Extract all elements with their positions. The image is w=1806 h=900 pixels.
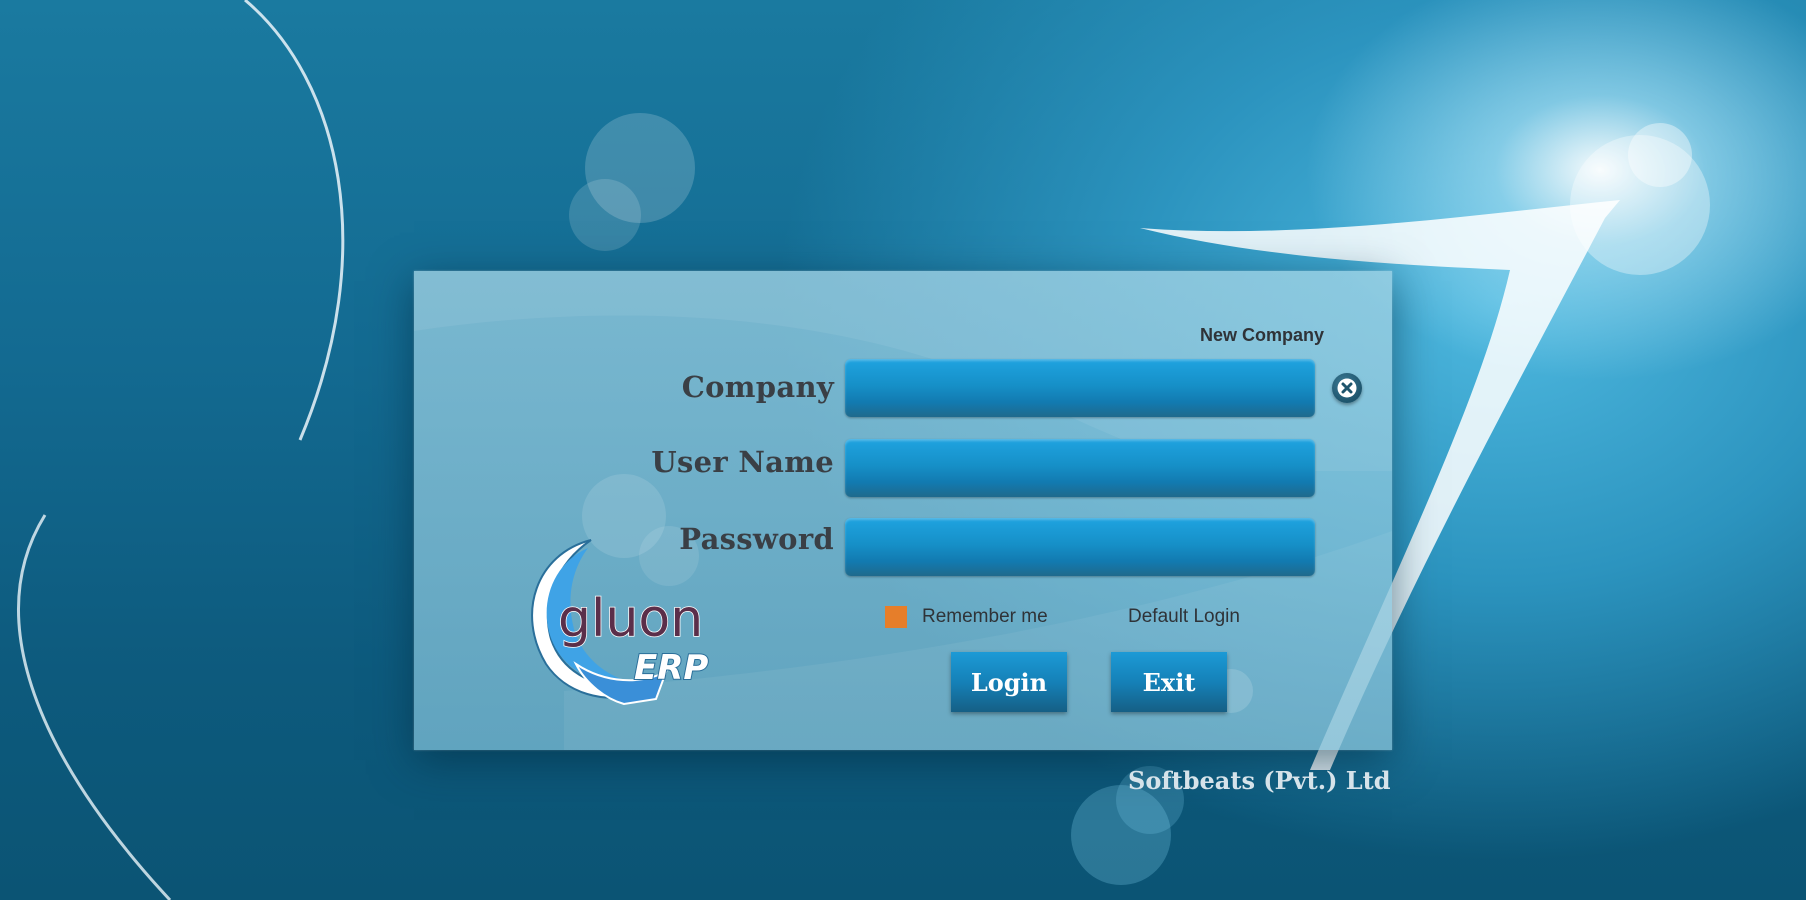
login-button[interactable]: Login bbox=[951, 652, 1067, 712]
footer-company-name: Softbeats (Pvt.) Ltd bbox=[1128, 766, 1391, 795]
username-label: User Name bbox=[651, 445, 834, 479]
username-input[interactable] bbox=[845, 439, 1315, 497]
gluon-erp-logo: gluon ERP bbox=[531, 539, 709, 706]
clear-company-button[interactable] bbox=[1332, 373, 1362, 403]
new-company-link[interactable]: New Company bbox=[1174, 325, 1324, 346]
logo-product-text: ERP bbox=[634, 648, 708, 688]
login-panel: New Company Company User Name Password R… bbox=[414, 271, 1392, 750]
company-input[interactable] bbox=[845, 359, 1315, 417]
remember-me-checkbox[interactable] bbox=[885, 606, 907, 628]
logo-brand-text: gluon bbox=[558, 589, 703, 649]
exit-button[interactable]: Exit bbox=[1111, 652, 1227, 712]
remember-me-label[interactable]: Remember me bbox=[922, 606, 1048, 628]
close-icon bbox=[1337, 378, 1357, 398]
default-login-link[interactable]: Default Login bbox=[1128, 606, 1240, 628]
password-input[interactable] bbox=[845, 518, 1315, 576]
company-label: Company bbox=[681, 370, 834, 404]
